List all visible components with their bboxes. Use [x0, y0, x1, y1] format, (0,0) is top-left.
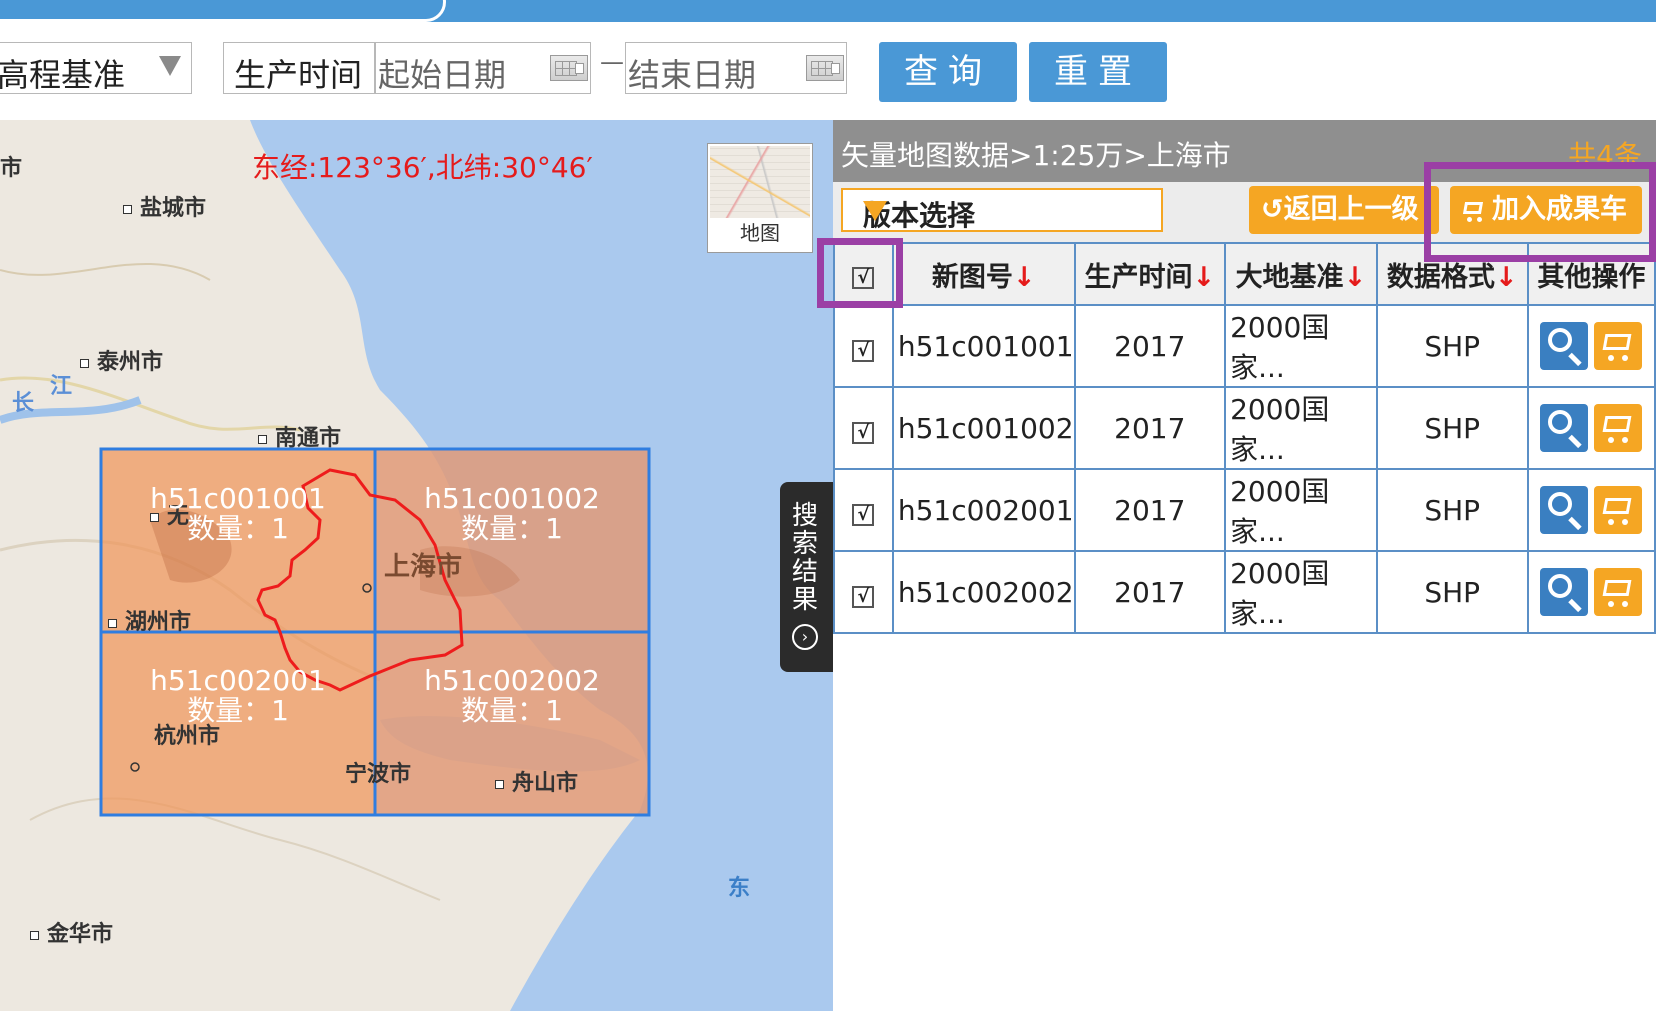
back-button[interactable]: ↺返回上一级	[1249, 186, 1439, 234]
results-table: √ 新图号↓ 生产时间↓ 大地基准↓ 数据格式↓ 其他操作 √ h51c0010…	[833, 242, 1656, 634]
place-label: 上海市	[384, 552, 463, 582]
basemap-toggle-label: 地图	[740, 221, 780, 245]
cell-map-number: h51c001002	[891, 386, 1076, 470]
production-time-label-box: 生产时间	[223, 42, 375, 94]
map-view[interactable]: 盐城市 市 泰州市 长 江 南通市 无 上海市 湖州市 杭州市 宁波市 舟山市 …	[0, 120, 833, 1011]
cell-map-number: h51c001001	[891, 304, 1076, 388]
dropdown-arrow-icon	[863, 201, 887, 221]
coordinate-readout: 东经:123°36′,北纬:30°46′	[252, 151, 593, 184]
sort-arrow-icon[interactable]: ↓	[1495, 262, 1518, 293]
cell-data-format: SHP	[1375, 550, 1529, 634]
tile-count: 数量：1	[187, 512, 289, 545]
cell-map-number: h51c002002	[891, 550, 1076, 634]
tile-label[interactable]: h51c001002 数量：1	[375, 484, 649, 544]
place-label: 南通市	[258, 420, 341, 452]
table-row[interactable]: √ h51c001001 2017 2000国家... SHP	[833, 304, 1656, 388]
cell-data-format: SHP	[1375, 386, 1529, 470]
search-results-tab-label: 搜索结果	[792, 501, 819, 615]
row-checkbox[interactable]: √	[852, 585, 875, 608]
cell-data-format: SHP	[1375, 468, 1529, 552]
results-panel: 矢量地图数据>1:25万>上海市 共4条 版本选择 ↺返回上一级 加入成果车 √…	[817, 120, 1656, 1011]
tile-id: h51c002002	[424, 664, 600, 697]
magnifier-icon[interactable]	[1540, 404, 1589, 452]
cell-data-format: SHP	[1375, 304, 1529, 388]
cell-production-time: 2017	[1073, 550, 1227, 634]
sort-arrow-icon[interactable]: ↓	[1344, 262, 1367, 293]
query-button[interactable]: 查询	[879, 42, 1017, 102]
cell-geodetic-datum: 2000国家...	[1224, 304, 1378, 388]
magnifier-icon[interactable]	[1540, 486, 1589, 534]
sort-arrow-icon[interactable]: ↓	[1013, 262, 1036, 293]
start-date-input[interactable]: 起始日期	[375, 42, 591, 94]
row-checkbox[interactable]: √	[852, 339, 875, 362]
cell-geodetic-datum: 2000国家...	[1224, 550, 1378, 634]
place-label: 市	[0, 156, 23, 181]
place-label: 泰州市	[80, 344, 163, 376]
back-button-label: 返回上一级	[1283, 194, 1419, 225]
column-header-production-time[interactable]: 生产时间↓	[1073, 242, 1227, 306]
calendar-icon[interactable]	[806, 55, 844, 81]
tile-id: h51c001002	[424, 482, 600, 515]
end-date-placeholder: 结束日期	[628, 56, 757, 94]
cart-icon[interactable]	[1594, 404, 1643, 452]
tile-label[interactable]: h51c002001 数量：1	[101, 666, 375, 726]
datum-select-value: 高程基准	[0, 56, 126, 94]
magnifier-icon[interactable]	[1540, 568, 1589, 616]
return-icon: ↺	[1261, 194, 1284, 225]
search-results-tab[interactable]: 搜索结果 ›	[780, 482, 833, 672]
column-header-geodetic-datum[interactable]: 大地基准↓	[1224, 242, 1378, 306]
cell-production-time: 2017	[1073, 468, 1227, 552]
calendar-icon[interactable]	[550, 55, 588, 81]
cart-icon[interactable]	[1594, 322, 1643, 370]
place-label: 舟山市	[495, 765, 578, 797]
production-time-label: 生产时间	[234, 56, 363, 94]
place-label: 宁波市	[345, 762, 412, 787]
cell-geodetic-datum: 2000国家...	[1224, 386, 1378, 470]
basemap-thumbnail	[710, 146, 810, 218]
chevron-right-icon: ›	[792, 624, 818, 650]
cell-geodetic-datum: 2000国家...	[1224, 468, 1378, 552]
table-row[interactable]: √ h51c001002 2017 2000国家... SHP	[833, 386, 1656, 470]
magnifier-icon[interactable]	[1540, 322, 1589, 370]
tile-id: h51c002001	[150, 664, 326, 697]
tile-count: 数量：1	[461, 694, 563, 727]
date-range-separator: —	[600, 48, 624, 76]
place-label: 长	[12, 391, 35, 416]
end-date-input[interactable]: 结束日期	[625, 42, 847, 94]
tile-label[interactable]: h51c002002 数量：1	[375, 666, 649, 726]
start-date-placeholder: 起始日期	[378, 56, 507, 94]
add-to-cart-highlight	[1424, 162, 1656, 262]
datum-select[interactable]: 高程基准	[0, 42, 192, 94]
cell-production-time: 2017	[1073, 386, 1227, 470]
cell-production-time: 2017	[1073, 304, 1227, 388]
sort-arrow-icon[interactable]: ↓	[1192, 262, 1215, 293]
table-row[interactable]: √ h51c002002 2017 2000国家... SHP	[833, 550, 1656, 634]
breadcrumb: 矢量地图数据>1:25万>上海市	[841, 139, 1231, 172]
row-checkbox[interactable]: √	[852, 421, 875, 444]
tile-count: 数量：1	[187, 694, 289, 727]
cart-icon[interactable]	[1594, 568, 1643, 616]
top-search-pill[interactable]	[0, 0, 446, 22]
version-select[interactable]: 版本选择	[841, 188, 1163, 232]
tile-id: h51c001001	[150, 482, 326, 515]
cart-icon[interactable]	[1594, 486, 1643, 534]
tile-label[interactable]: h51c001001 数量：1	[101, 484, 375, 544]
basemap-toggle[interactable]: 地图	[707, 143, 813, 253]
select-all-highlight	[817, 238, 903, 308]
place-label: 江	[50, 374, 73, 399]
column-header-map-number[interactable]: 新图号↓	[891, 242, 1076, 306]
cell-map-number: h51c002001	[891, 468, 1076, 552]
place-label: 盐城市	[123, 190, 206, 222]
reset-button[interactable]: 重置	[1029, 42, 1167, 102]
place-label: 金华市	[30, 916, 113, 948]
top-banner	[0, 0, 1656, 22]
place-label: 湖州市	[108, 604, 191, 636]
table-row[interactable]: √ h51c002001 2017 2000国家... SHP	[833, 468, 1656, 552]
tile-count: 数量：1	[461, 512, 563, 545]
dropdown-arrow-icon	[159, 56, 181, 76]
place-label: 东	[728, 876, 751, 901]
row-checkbox[interactable]: √	[852, 503, 875, 526]
